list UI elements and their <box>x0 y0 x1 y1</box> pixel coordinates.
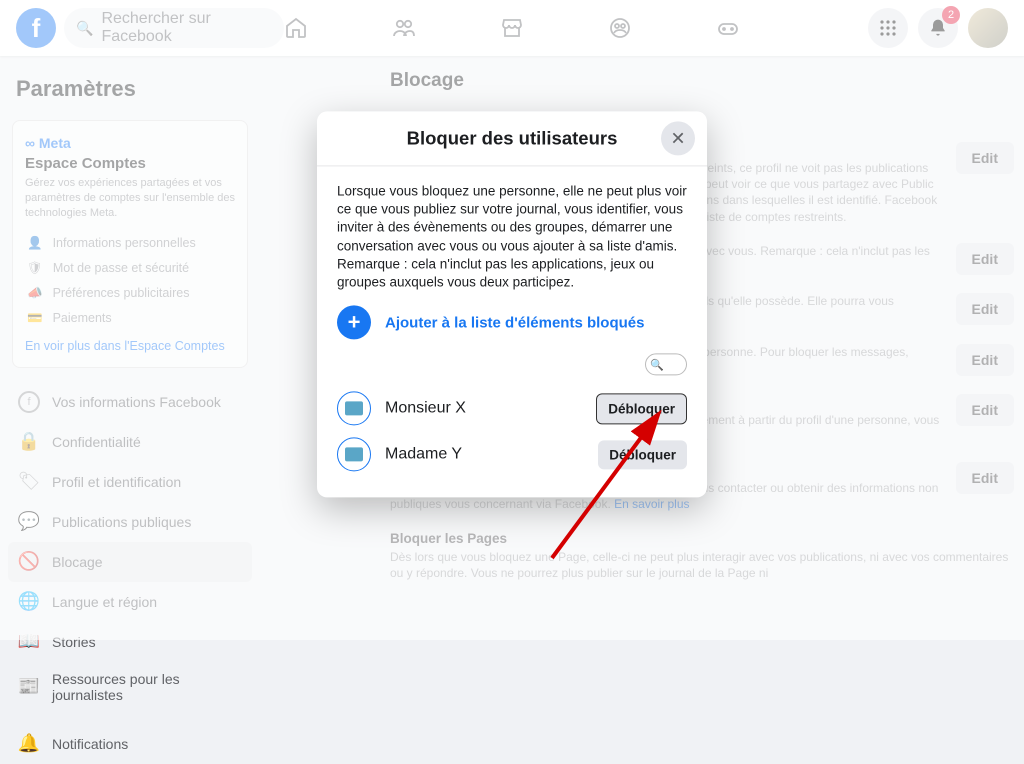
friends-icon[interactable] <box>390 14 418 42</box>
edit-button[interactable]: Edit <box>956 243 1014 275</box>
notifications-icon[interactable]: 2 <box>918 8 958 48</box>
meta-desc: Gérez vos expériences partagées et vos p… <box>25 176 235 221</box>
news-icon: 📰 <box>18 676 40 698</box>
gaming-icon[interactable] <box>714 14 742 42</box>
edit-button[interactable]: Edit <box>956 293 1014 325</box>
meta-link[interactable]: En voir plus dans l'Espace Comptes <box>25 339 235 353</box>
sidebar: Paramètres ∞ Meta Espace Comptes Gérez v… <box>0 56 260 640</box>
sidebar-item-info[interactable]: fVos informations Facebook <box>8 382 252 422</box>
sidebar-item-privacy[interactable]: 🔒Confidentialité <box>8 422 252 462</box>
topbar: f 🔍 Rechercher sur Facebook 2 <box>0 0 1024 56</box>
facebook-logo[interactable]: f <box>16 8 56 48</box>
user-avatar-icon <box>337 438 371 472</box>
meta-item-personal[interactable]: 👤Informations personnelles <box>25 231 235 256</box>
search-input[interactable]: 🔍 Rechercher sur Facebook <box>64 8 284 48</box>
tag-icon: 🏷 <box>18 471 40 493</box>
block-users-modal: Bloquer des utilisateurs ✕ Lorsque vous … <box>317 111 707 497</box>
meta-title: Espace Comptes <box>25 155 235 172</box>
content-title: Blocage <box>390 70 1014 92</box>
meta-logo: ∞ Meta <box>25 135 235 151</box>
book-icon: 📖 <box>18 631 40 653</box>
shield-icon: 🛡 <box>27 261 43 276</box>
user-name: Madame Y <box>385 446 584 464</box>
close-icon[interactable]: ✕ <box>661 121 695 155</box>
add-to-block-list[interactable]: + Ajouter à la liste d'éléments bloqués <box>337 306 687 340</box>
avatar[interactable] <box>968 8 1008 48</box>
page-title: Paramètres <box>16 76 252 102</box>
megaphone-icon: 📣 <box>27 286 43 301</box>
comment-icon: 💬 <box>18 511 40 533</box>
block-pages: Bloquer les PagesDès lors que vous bloqu… <box>390 531 1014 581</box>
search-placeholder: Rechercher sur Facebook <box>101 10 272 46</box>
notification-badge: 2 <box>942 6 960 24</box>
meta-item-ads[interactable]: 📣Préférences publicitaires <box>25 281 235 306</box>
meta-item-payments[interactable]: 💳Paiements <box>25 306 235 331</box>
modal-header: Bloquer des utilisateurs ✕ <box>317 111 707 166</box>
sidebar-item-journalists[interactable]: 📰Ressources pour les journalistes <box>8 662 252 712</box>
globe-icon: 🌐 <box>18 591 40 613</box>
unblock-button[interactable]: Débloquer <box>598 440 687 469</box>
edit-button[interactable]: Edit <box>956 142 1014 174</box>
sidebar-item-notifications[interactable]: 🔔Notifications <box>8 724 252 764</box>
nav-center <box>282 14 742 42</box>
edit-button[interactable]: Edit <box>956 344 1014 376</box>
blocked-user-row: Madame Y Débloquer <box>337 432 687 478</box>
meta-item-security[interactable]: 🛡Mot de passe et sécurité <box>25 256 235 281</box>
learn-more-link[interactable]: En savoir plus <box>614 497 689 511</box>
home-icon[interactable] <box>282 14 310 42</box>
user-avatar-icon <box>337 392 371 426</box>
user-icon: 👤 <box>27 236 43 251</box>
bell-icon: 🔔 <box>18 733 40 755</box>
lock-icon: 🔒 <box>18 431 40 453</box>
groups-icon[interactable] <box>606 14 634 42</box>
card-icon: 💳 <box>27 311 43 326</box>
sidebar-item-language[interactable]: 🌐Langue et région <box>8 582 252 622</box>
sidebar-item-public[interactable]: 💬Publications publiques <box>8 502 252 542</box>
sidebar-item-stories[interactable]: 📖Stories <box>8 622 252 662</box>
add-label: Ajouter à la liste d'éléments bloqués <box>385 314 644 331</box>
menu-icon[interactable] <box>868 8 908 48</box>
block-icon: 🚫 <box>18 551 40 573</box>
edit-button[interactable]: Edit <box>956 462 1014 494</box>
top-right: 2 <box>868 8 1008 48</box>
sidebar-item-profile[interactable]: 🏷Profil et identification <box>8 462 252 502</box>
edit-button[interactable]: Edit <box>956 394 1014 426</box>
facebook-circle-icon: f <box>18 391 40 413</box>
user-name: Monsieur X <box>385 400 582 418</box>
search-toggle[interactable] <box>645 354 687 376</box>
plus-icon: + <box>337 306 371 340</box>
marketplace-icon[interactable] <box>498 14 526 42</box>
blocked-user-row: Monsieur X Débloquer <box>337 386 687 432</box>
sidebar-item-blocking[interactable]: 🚫Blocage <box>8 542 252 582</box>
modal-description: Lorsque vous bloquez une personne, elle … <box>337 182 687 291</box>
meta-card: ∞ Meta Espace Comptes Gérez vos expérien… <box>12 120 248 368</box>
unblock-button[interactable]: Débloquer <box>596 393 687 424</box>
modal-title: Bloquer des utilisateurs <box>333 127 691 149</box>
search-icon: 🔍 <box>76 20 93 37</box>
